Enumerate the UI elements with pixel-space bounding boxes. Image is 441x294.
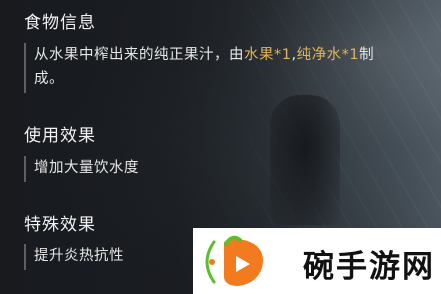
food-info-desc-end: 成。 (34, 71, 64, 87)
watermark-text: 碗手游网 (303, 249, 435, 285)
desc-make: 制 (359, 47, 375, 63)
special-effect-section: 特殊效果 (24, 210, 96, 235)
food-info-description: 从水果中榨出来的纯正果汁，由水果*1,纯净水*1制 成。 (34, 43, 434, 91)
use-effect-title: 使用效果 (24, 126, 96, 146)
use-effect-section: 使用效果 (24, 121, 96, 146)
special-effect-title: 特殊效果 (24, 215, 96, 235)
food-info-title: 食物信息 (24, 13, 96, 33)
food-info-section: 食物信息 (24, 8, 96, 33)
use-effect-bar (24, 156, 26, 182)
watermark-logo-icon (205, 235, 263, 286)
special-effect-bar (24, 244, 26, 270)
special-effect-description: 提升炎热抗性 (34, 248, 124, 264)
use-effect-description: 增加大量饮水度 (34, 160, 139, 176)
food-info-desc-text: 从水果中榨出来的纯正果汁，由 (34, 47, 244, 63)
ingredient-fruit: 水果*1 (244, 47, 292, 63)
food-info-bar (24, 43, 26, 93)
ingredient-water: 纯净水*1 (296, 47, 360, 63)
